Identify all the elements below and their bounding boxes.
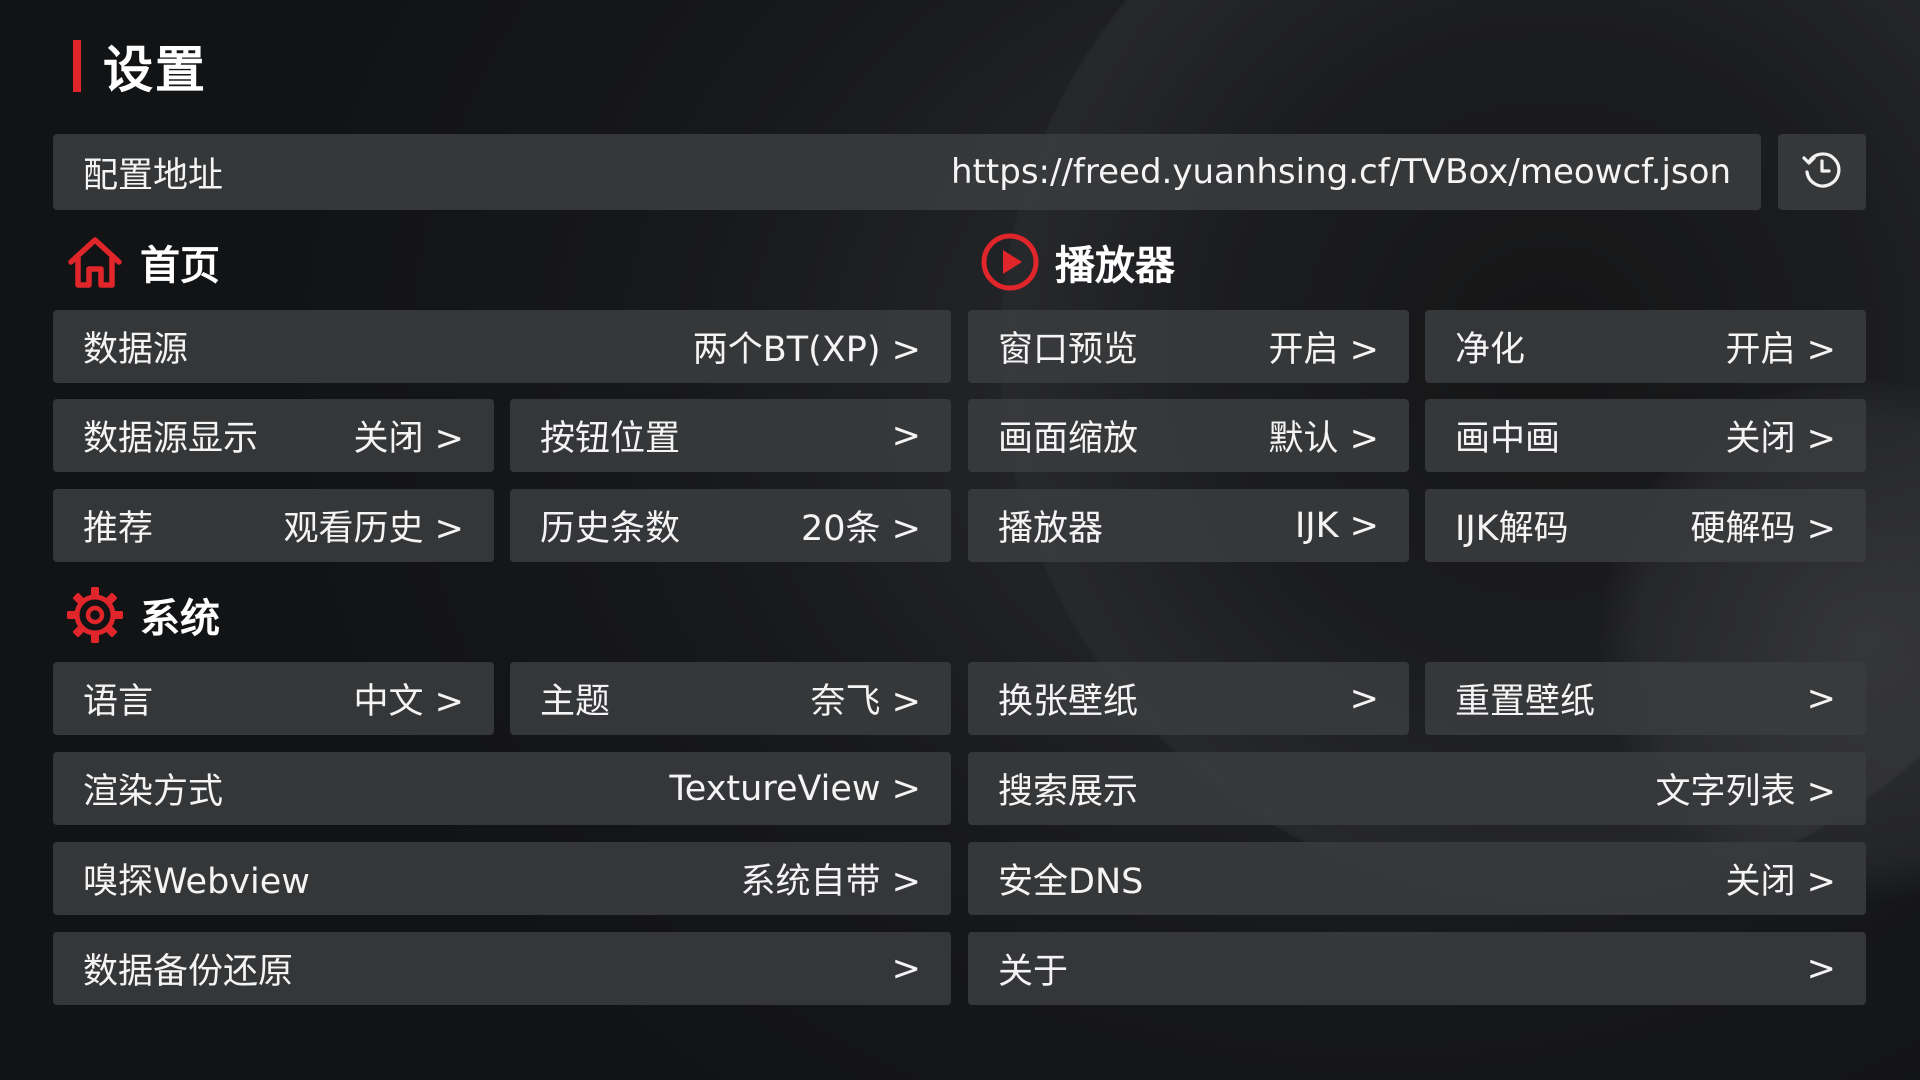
page-title-text: 设置	[103, 41, 207, 99]
history-button[interactable]	[1778, 134, 1866, 210]
setting-value: 20条 >	[801, 509, 921, 549]
setting-label: 播放器	[998, 509, 1104, 549]
section-player-label: 播放器	[1055, 243, 1175, 289]
setting-source-display[interactable]: 数据源显示 关闭 >	[53, 399, 494, 472]
config-address-row[interactable]: 配置地址 https://freed.yuanhsing.cf/TVBox/me…	[53, 134, 1761, 210]
setting-scale[interactable]: 画面缩放 默认 >	[968, 399, 1409, 472]
setting-ijk-decode[interactable]: IJK解码 硬解码 >	[1425, 489, 1866, 562]
setting-label: 换张壁纸	[998, 682, 1139, 722]
setting-label: 关于	[998, 952, 1069, 992]
setting-value: IJK >	[1294, 505, 1379, 546]
setting-label: IJK解码	[1455, 509, 1569, 549]
setting-value: 开启 >	[1725, 330, 1836, 370]
setting-search-display[interactable]: 搜索展示 文字列表 >	[968, 752, 1866, 825]
setting-value: 硬解码 >	[1690, 509, 1836, 549]
setting-value: 文字列表 >	[1655, 772, 1836, 812]
setting-label: 搜索展示	[998, 772, 1139, 812]
setting-pip[interactable]: 画中画 关闭 >	[1425, 399, 1866, 472]
setting-recommend[interactable]: 推荐 观看历史 >	[53, 489, 494, 562]
setting-reset-wallpaper[interactable]: 重置壁纸 >	[1425, 662, 1866, 735]
setting-secure-dns[interactable]: 安全DNS 关闭 >	[968, 842, 1866, 915]
setting-label: 净化	[1455, 330, 1526, 370]
section-system: 系统	[66, 585, 220, 645]
config-address-url: https://freed.yuanhsing.cf/TVBox/meowcf.…	[951, 152, 1731, 192]
setting-label: 历史条数	[540, 509, 681, 549]
setting-window-preview[interactable]: 窗口预览 开启 >	[968, 310, 1409, 383]
setting-label: 重置壁纸	[1455, 682, 1596, 722]
setting-value: >	[1806, 678, 1836, 719]
setting-label: 画面缩放	[998, 419, 1139, 459]
section-home-label: 首页	[140, 243, 220, 289]
setting-label: 主题	[540, 682, 611, 722]
setting-label: 窗口预览	[998, 330, 1139, 370]
setting-player[interactable]: 播放器 IJK >	[968, 489, 1409, 562]
setting-label: 按钮位置	[540, 419, 681, 459]
setting-value: 开启 >	[1268, 330, 1379, 370]
setting-label: 渲染方式	[83, 772, 224, 812]
setting-data-source[interactable]: 数据源 两个BT(XP) >	[53, 310, 951, 383]
setting-label: 数据源显示	[83, 419, 259, 459]
title-accent-bar	[73, 40, 81, 92]
play-circle-icon	[981, 233, 1039, 291]
setting-label: 语言	[83, 682, 154, 722]
setting-render-mode[interactable]: 渲染方式 TextureView >	[53, 752, 951, 825]
setting-purify[interactable]: 净化 开启 >	[1425, 310, 1866, 383]
setting-value: >	[891, 948, 921, 989]
section-system-label: 系统	[140, 596, 220, 642]
setting-label: 推荐	[83, 509, 154, 549]
setting-label: 安全DNS	[998, 862, 1144, 902]
setting-value: 观看历史 >	[283, 509, 464, 549]
page-title: 设置	[73, 38, 207, 99]
setting-label: 数据源	[83, 330, 189, 370]
setting-label: 嗅探Webview	[83, 862, 310, 902]
config-address-label: 配置地址	[83, 155, 224, 196]
setting-value: 默认 >	[1268, 419, 1379, 459]
setting-theme[interactable]: 主题 奈飞 >	[510, 662, 951, 735]
setting-value: 关闭 >	[1725, 862, 1836, 902]
setting-label: 数据备份还原	[83, 952, 294, 992]
setting-value: 奈飞 >	[810, 682, 921, 722]
setting-value: >	[891, 415, 921, 456]
setting-value: 系统自带 >	[740, 862, 921, 902]
setting-change-wallpaper[interactable]: 换张壁纸 >	[968, 662, 1409, 735]
setting-value: TextureView >	[669, 768, 921, 809]
gear-icon	[66, 586, 124, 644]
setting-language[interactable]: 语言 中文 >	[53, 662, 494, 735]
history-icon	[1800, 148, 1844, 196]
setting-backup-restore[interactable]: 数据备份还原 >	[53, 932, 951, 1005]
setting-label: 画中画	[1455, 419, 1561, 459]
home-icon	[66, 233, 124, 291]
setting-value: >	[1806, 948, 1836, 989]
setting-about[interactable]: 关于 >	[968, 932, 1866, 1005]
setting-sniff-webview[interactable]: 嗅探Webview 系统自带 >	[53, 842, 951, 915]
setting-value: 两个BT(XP) >	[692, 330, 921, 370]
setting-value: 中文 >	[353, 682, 464, 722]
section-home: 首页	[66, 232, 220, 292]
section-player: 播放器	[981, 232, 1175, 292]
setting-value: 关闭 >	[353, 419, 464, 459]
setting-value: >	[1349, 678, 1379, 719]
setting-button-position[interactable]: 按钮位置 >	[510, 399, 951, 472]
setting-value: 关闭 >	[1725, 419, 1836, 459]
setting-history-count[interactable]: 历史条数 20条 >	[510, 489, 951, 562]
